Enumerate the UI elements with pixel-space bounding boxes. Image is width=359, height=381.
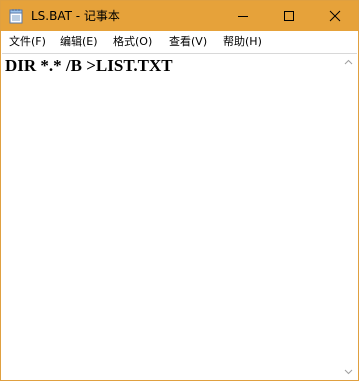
minimize-button[interactable] — [220, 1, 266, 31]
menu-edit[interactable]: 编辑(E) — [60, 31, 98, 52]
maximize-button[interactable] — [266, 1, 312, 31]
menu-view[interactable]: 查看(V) — [169, 31, 207, 52]
notepad-icon[interactable] — [9, 8, 23, 24]
scroll-down-button[interactable] — [340, 363, 357, 380]
close-icon — [329, 10, 341, 22]
window-title: LS.BAT - 记事本 — [31, 9, 120, 23]
notepad-window: LS.BAT - 记事本 文件(F) 编辑(E) 格式(O) 查看(V) 帮助(… — [0, 0, 359, 381]
chevron-up-icon — [344, 59, 353, 65]
menu-bar: 文件(F) 编辑(E) 格式(O) 查看(V) 帮助(H) — [1, 31, 358, 52]
menu-help[interactable]: 帮助(H) — [223, 31, 262, 52]
title-bar[interactable]: LS.BAT - 记事本 — [1, 1, 358, 31]
chevron-down-icon — [344, 369, 353, 375]
maximize-icon — [284, 11, 294, 21]
editor-content[interactable]: DIR *.* /B >LIST.TXT — [5, 56, 173, 76]
menu-format[interactable]: 格式(O) — [113, 31, 152, 52]
minimize-icon — [238, 16, 248, 17]
scroll-up-button[interactable] — [340, 54, 357, 71]
close-button[interactable] — [312, 1, 358, 31]
scrollbar-track[interactable] — [340, 54, 357, 380]
menu-file[interactable]: 文件(F) — [9, 31, 46, 52]
vertical-scrollbar[interactable] — [340, 54, 357, 380]
text-editor[interactable]: DIR *.* /B >LIST.TXT — [2, 53, 357, 380]
